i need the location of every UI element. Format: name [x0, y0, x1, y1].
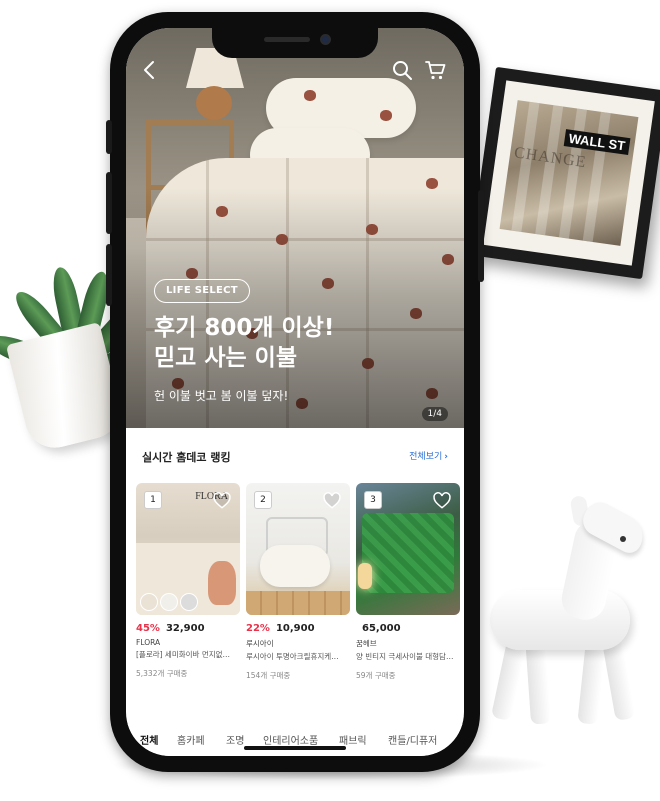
tab-all[interactable]: 전체: [140, 732, 158, 747]
purchase-count: 5,332개 구매중: [136, 669, 188, 678]
notch: [212, 28, 378, 58]
smartphone: LIFE SELECT 후기 800개 이상! 믿고 사는 이불 헌 이불 벗고…: [106, 12, 484, 772]
speaker-grille: [264, 37, 310, 42]
hero-subtitle: 헌 이불 벗고 봄 이불 덮자!: [154, 389, 289, 403]
ranking-product-list: FLORA 1 45% 32,900 FLORA [플로라] 세미화이바 먼지없……: [136, 483, 464, 693]
phone-screen: LIFE SELECT 후기 800개 이상! 믿고 사는 이불 헌 이불 벗고…: [126, 28, 464, 756]
green-blanket: [362, 513, 454, 593]
tab-interior-props[interactable]: 인테리어소품: [263, 732, 318, 747]
rank-number: 2: [254, 491, 272, 509]
product-name[interactable]: 루시아이 투명아크릴휴지케…: [246, 651, 350, 662]
price: 10,900: [275, 623, 315, 634]
cart-icon[interactable]: [424, 58, 448, 82]
mute-switch: [106, 120, 112, 154]
view-all-label: 전체보기: [409, 452, 443, 462]
price: 65,000: [362, 623, 401, 634]
chevron-right-icon: ›: [444, 452, 448, 462]
banner-pager: 1/4: [421, 407, 448, 421]
product-image[interactable]: FLORA 1: [136, 483, 240, 615]
picture-frame: WALL ST CHANGE: [469, 66, 660, 280]
lamp-base: [196, 86, 232, 120]
product-name[interactable]: 양 빈티지 극세사이불 대형담…: [356, 651, 460, 662]
lamp: [358, 563, 372, 589]
ranking-header: 실시간 홈데코 랭킹 전체보기 ›: [142, 449, 448, 465]
teddy-bear: [208, 561, 236, 605]
frame-photo: WALL ST CHANGE: [499, 100, 639, 246]
volume-up-button: [106, 172, 112, 234]
ranking-title: 실시간 홈데코 랭킹: [142, 451, 231, 464]
product-image[interactable]: 2: [246, 483, 350, 615]
heart-icon[interactable]: [432, 491, 452, 511]
purchase-count: 59개 구매중: [356, 671, 396, 680]
life-select-badge: LIFE SELECT: [154, 279, 250, 303]
tab-fabric[interactable]: 패브릭: [339, 732, 367, 747]
brand-name: 꿈헤브: [356, 639, 377, 648]
brand-name: FLORA: [136, 638, 161, 647]
volume-down-button: [106, 244, 112, 306]
category-tab-bar: 전체 홈카페 조명 인테리어소품 패브릭 캔들/디퓨저: [126, 724, 464, 756]
heart-icon[interactable]: [212, 491, 232, 511]
product-card[interactable]: FLORA 1 45% 32,900 FLORA [플로라] 세미화이바 먼지없……: [136, 483, 240, 679]
rank-number: 1: [144, 491, 162, 509]
product-image[interactable]: 3: [356, 483, 460, 615]
frame-mat: WALL ST CHANGE: [483, 80, 655, 266]
rank-number: 3: [364, 491, 382, 509]
product-card[interactable]: 2 22% 10,900 루시아이 루시아이 투명아크릴휴지케… 154개 구매중: [246, 483, 350, 681]
tissue-roll: [260, 545, 330, 587]
product-name[interactable]: [플로라] 세미화이바 먼지없…: [136, 649, 240, 660]
discount-rate: 45%: [136, 623, 160, 634]
purchase-count: 154개 구매중: [246, 671, 291, 680]
power-button: [478, 190, 484, 282]
price: 32,900: [165, 623, 205, 634]
discount-rate: 22%: [246, 623, 270, 634]
horse-figurine: [470, 494, 660, 740]
home-indicator: [244, 746, 346, 750]
front-camera: [320, 34, 331, 45]
top-navigation: [126, 56, 464, 82]
view-all-link[interactable]: 전체보기 ›: [409, 449, 448, 462]
tab-candle-diffuser[interactable]: 캔들/디퓨저: [388, 732, 437, 747]
hero-title: 후기 800개 이상! 믿고 사는 이불: [154, 315, 335, 371]
search-icon[interactable]: [390, 58, 414, 82]
heart-icon[interactable]: [322, 491, 342, 511]
product-card[interactable]: 3 65,000 꿈헤브 양 빈티지 극세사이불 대형담… 59개 구매중: [356, 483, 460, 681]
hero-banner[interactable]: LIFE SELECT 후기 800개 이상! 믿고 사는 이불 헌 이불 벗고…: [126, 28, 464, 428]
brand-name: 루시아이: [246, 639, 274, 648]
tab-homecafe[interactable]: 홈카페: [177, 732, 205, 747]
chevron-left-icon[interactable]: [138, 58, 162, 82]
tab-lighting[interactable]: 조명: [226, 732, 244, 747]
